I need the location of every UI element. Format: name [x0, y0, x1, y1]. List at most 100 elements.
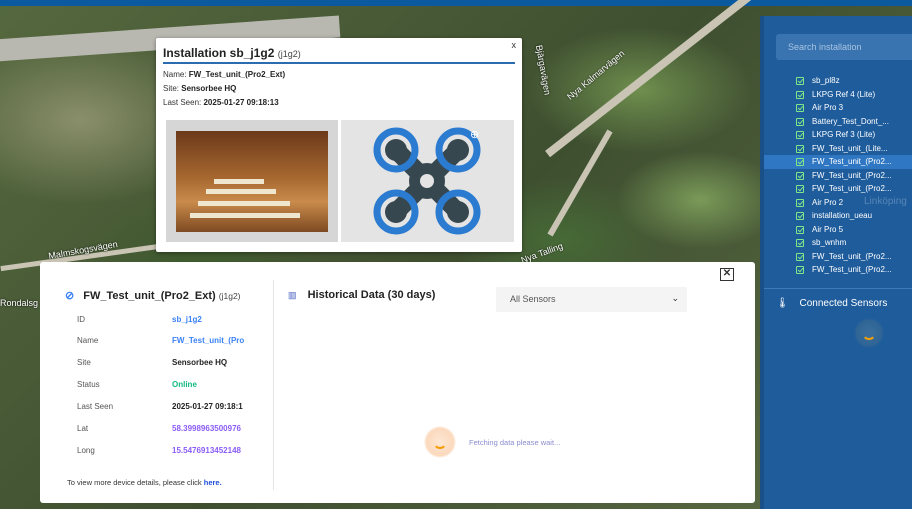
photo-strip: [214, 179, 264, 184]
checkbox-icon[interactable]: [796, 117, 804, 126]
installation-item-selected[interactable]: FW_Test_unit_(Pro2...: [764, 155, 912, 169]
field-value-id[interactable]: sb_j1g2: [172, 315, 246, 324]
device-panel: ✕ ⊘ FW_Test_unit_(Pro2_Ext) (j1g2) ID sb…: [40, 262, 755, 503]
popup-site-row: Site: Sensorbee HQ: [163, 84, 236, 93]
sensor-select[interactable]: All Sensors ⌄: [496, 287, 687, 312]
zoom-icon[interactable]: ⊕: [470, 128, 484, 142]
installation-item[interactable]: FW_Test_unit_(Pro2...: [764, 263, 912, 277]
popup-close-button[interactable]: x: [512, 40, 517, 50]
checkbox-icon[interactable]: [796, 198, 804, 207]
installation-item[interactable]: Air Pro 3: [764, 101, 912, 115]
top-bar: [0, 0, 912, 6]
installation-item-label: sb_pl8z: [812, 76, 840, 85]
installation-item[interactable]: FW_Test_unit_(Lite...: [764, 142, 912, 156]
field-label-site: Site: [77, 358, 91, 367]
bar-chart-icon: ▥: [288, 290, 297, 300]
field-label-last-seen: Last Seen: [77, 402, 114, 411]
field-value-name[interactable]: FW_Test_unit_(Pro: [172, 336, 246, 345]
historical-title: ▥ Historical Data (30 days): [288, 289, 435, 301]
popup-name-label: Name:: [163, 70, 187, 79]
checkbox-icon[interactable]: [796, 239, 804, 247]
installation-sidebar: Search installation sb_pl8z LKPG Ref 4 (…: [760, 16, 912, 509]
installation-popup: x Installation sb_j1g2 (j1g2) Name: FW_T…: [156, 38, 522, 252]
map-watermark-label: Linköping: [864, 196, 907, 207]
map-label: Bjärgavägen: [533, 44, 553, 96]
sidebar-divider: [764, 288, 912, 289]
popup-last-seen-label: Last Seen:: [163, 98, 202, 107]
drone-icon: [373, 127, 481, 235]
popup-name-value: FW_Test_unit_(Pro2_Ext): [188, 70, 286, 79]
checkbox-icon[interactable]: [796, 171, 804, 180]
installation-item-label: installation_ueau: [812, 211, 873, 220]
installation-list: sb_pl8z LKPG Ref 4 (Lite) Air Pro 3 Batt…: [764, 74, 912, 277]
installation-item[interactable]: Air Pro 5: [764, 223, 912, 237]
installation-item[interactable]: FW_Test_unit_(Pro2...: [764, 182, 912, 196]
more-details-prefix: To view more device details, please clic…: [67, 478, 202, 487]
field-label-status: Status: [77, 380, 100, 389]
field-label-lat: Lat: [77, 424, 89, 433]
field-value-status: Online: [172, 380, 197, 389]
installation-item[interactable]: FW_Test_unit_(Pro2...: [764, 250, 912, 264]
installation-item-label: Air Pro 3: [812, 103, 844, 112]
field-label-long: Long: [77, 446, 95, 455]
chevron-down-icon: ⌄: [671, 293, 679, 303]
installation-item-label: FW_Test_unit_(Pro2...: [812, 251, 892, 261]
checkbox-icon[interactable]: [796, 266, 804, 274]
search-installation-input[interactable]: Search installation: [776, 34, 912, 60]
checkbox-icon[interactable]: [796, 104, 804, 112]
photo-strip: [198, 201, 290, 206]
more-details-link[interactable]: here.: [204, 478, 222, 487]
popup-title: Installation sb_j1g2 (j1g2): [163, 46, 301, 60]
checkbox-icon[interactable]: [796, 185, 804, 193]
popup-site-label: Site:: [163, 84, 180, 93]
installation-item[interactable]: LKPG Ref 4 (Lite): [764, 88, 912, 102]
checkbox-icon[interactable]: [796, 212, 804, 220]
sidebar-loading-spinner: [854, 318, 884, 348]
photo-strip: [206, 189, 276, 194]
field-value-last-seen: 2025-01-27 09:18:1: [172, 402, 243, 411]
installation-item-label: LKPG Ref 4 (Lite): [812, 89, 876, 99]
popup-last-seen-value: 2025-01-27 09:18:13: [203, 98, 279, 107]
device-photo[interactable]: [176, 131, 328, 232]
connected-sensors-header: 🌡︎ Connected Sensors: [776, 298, 887, 309]
connected-sensors-label: Connected Sensors: [799, 298, 888, 309]
field-label-name: Name: [77, 336, 99, 345]
device-title: ⊘ FW_Test_unit_(Pro2_Ext) (j1g2): [65, 289, 241, 302]
popup-divider: [163, 62, 515, 64]
popup-title-sub: (j1g2): [277, 49, 301, 59]
device-title-sub: (j1g2): [218, 291, 241, 301]
field-value-long: 15.5476913452148: [172, 446, 241, 455]
installation-item[interactable]: FW_Test_unit_(Pro2...: [764, 169, 912, 183]
device-icon-frame: [341, 120, 514, 242]
map-road: [545, 0, 755, 158]
installation-item-label: Air Pro 5: [812, 224, 844, 234]
checkbox-icon[interactable]: [796, 77, 804, 85]
installation-item[interactable]: Battery_Test_Dont_...: [764, 115, 912, 129]
installation-item-label: FW_Test_unit_(Lite...: [812, 143, 888, 153]
checkbox-icon[interactable]: [796, 252, 804, 261]
popup-site-value: Sensorbee HQ: [181, 84, 237, 93]
checkbox-icon[interactable]: [796, 158, 804, 166]
checkbox-icon[interactable]: [796, 225, 804, 234]
sensor-select-value: All Sensors: [510, 294, 556, 304]
installation-item[interactable]: installation_ueau: [764, 209, 912, 223]
field-label-id: ID: [77, 315, 85, 324]
loading-spinner: [424, 426, 456, 458]
checkbox-icon[interactable]: [796, 90, 804, 99]
installation-item[interactable]: sb_pl8z: [764, 74, 912, 88]
map-label: Rondalsg: [0, 298, 39, 308]
field-value-lat: 58.3998963500976: [172, 424, 241, 433]
panel-divider: [273, 280, 274, 490]
installation-item[interactable]: LKPG Ref 3 (Lite): [764, 128, 912, 142]
popup-title-text: Installation sb_j1g2: [163, 46, 275, 60]
checkbox-icon[interactable]: [796, 144, 804, 153]
compass-icon: ⊘: [65, 290, 75, 302]
device-title-text: FW_Test_unit_(Pro2_Ext): [83, 290, 216, 302]
installation-item-label: LKPG Ref 3 (Lite): [812, 130, 876, 139]
panel-close-button[interactable]: ✕: [720, 268, 734, 281]
checkbox-icon[interactable]: [796, 131, 804, 139]
installation-item-label: Battery_Test_Dont_...: [812, 116, 889, 126]
more-details-text: To view more device details, please clic…: [67, 478, 222, 487]
installation-item[interactable]: sb_wnhm: [764, 236, 912, 250]
installation-item-label: FW_Test_unit_(Pro2...: [812, 170, 892, 180]
